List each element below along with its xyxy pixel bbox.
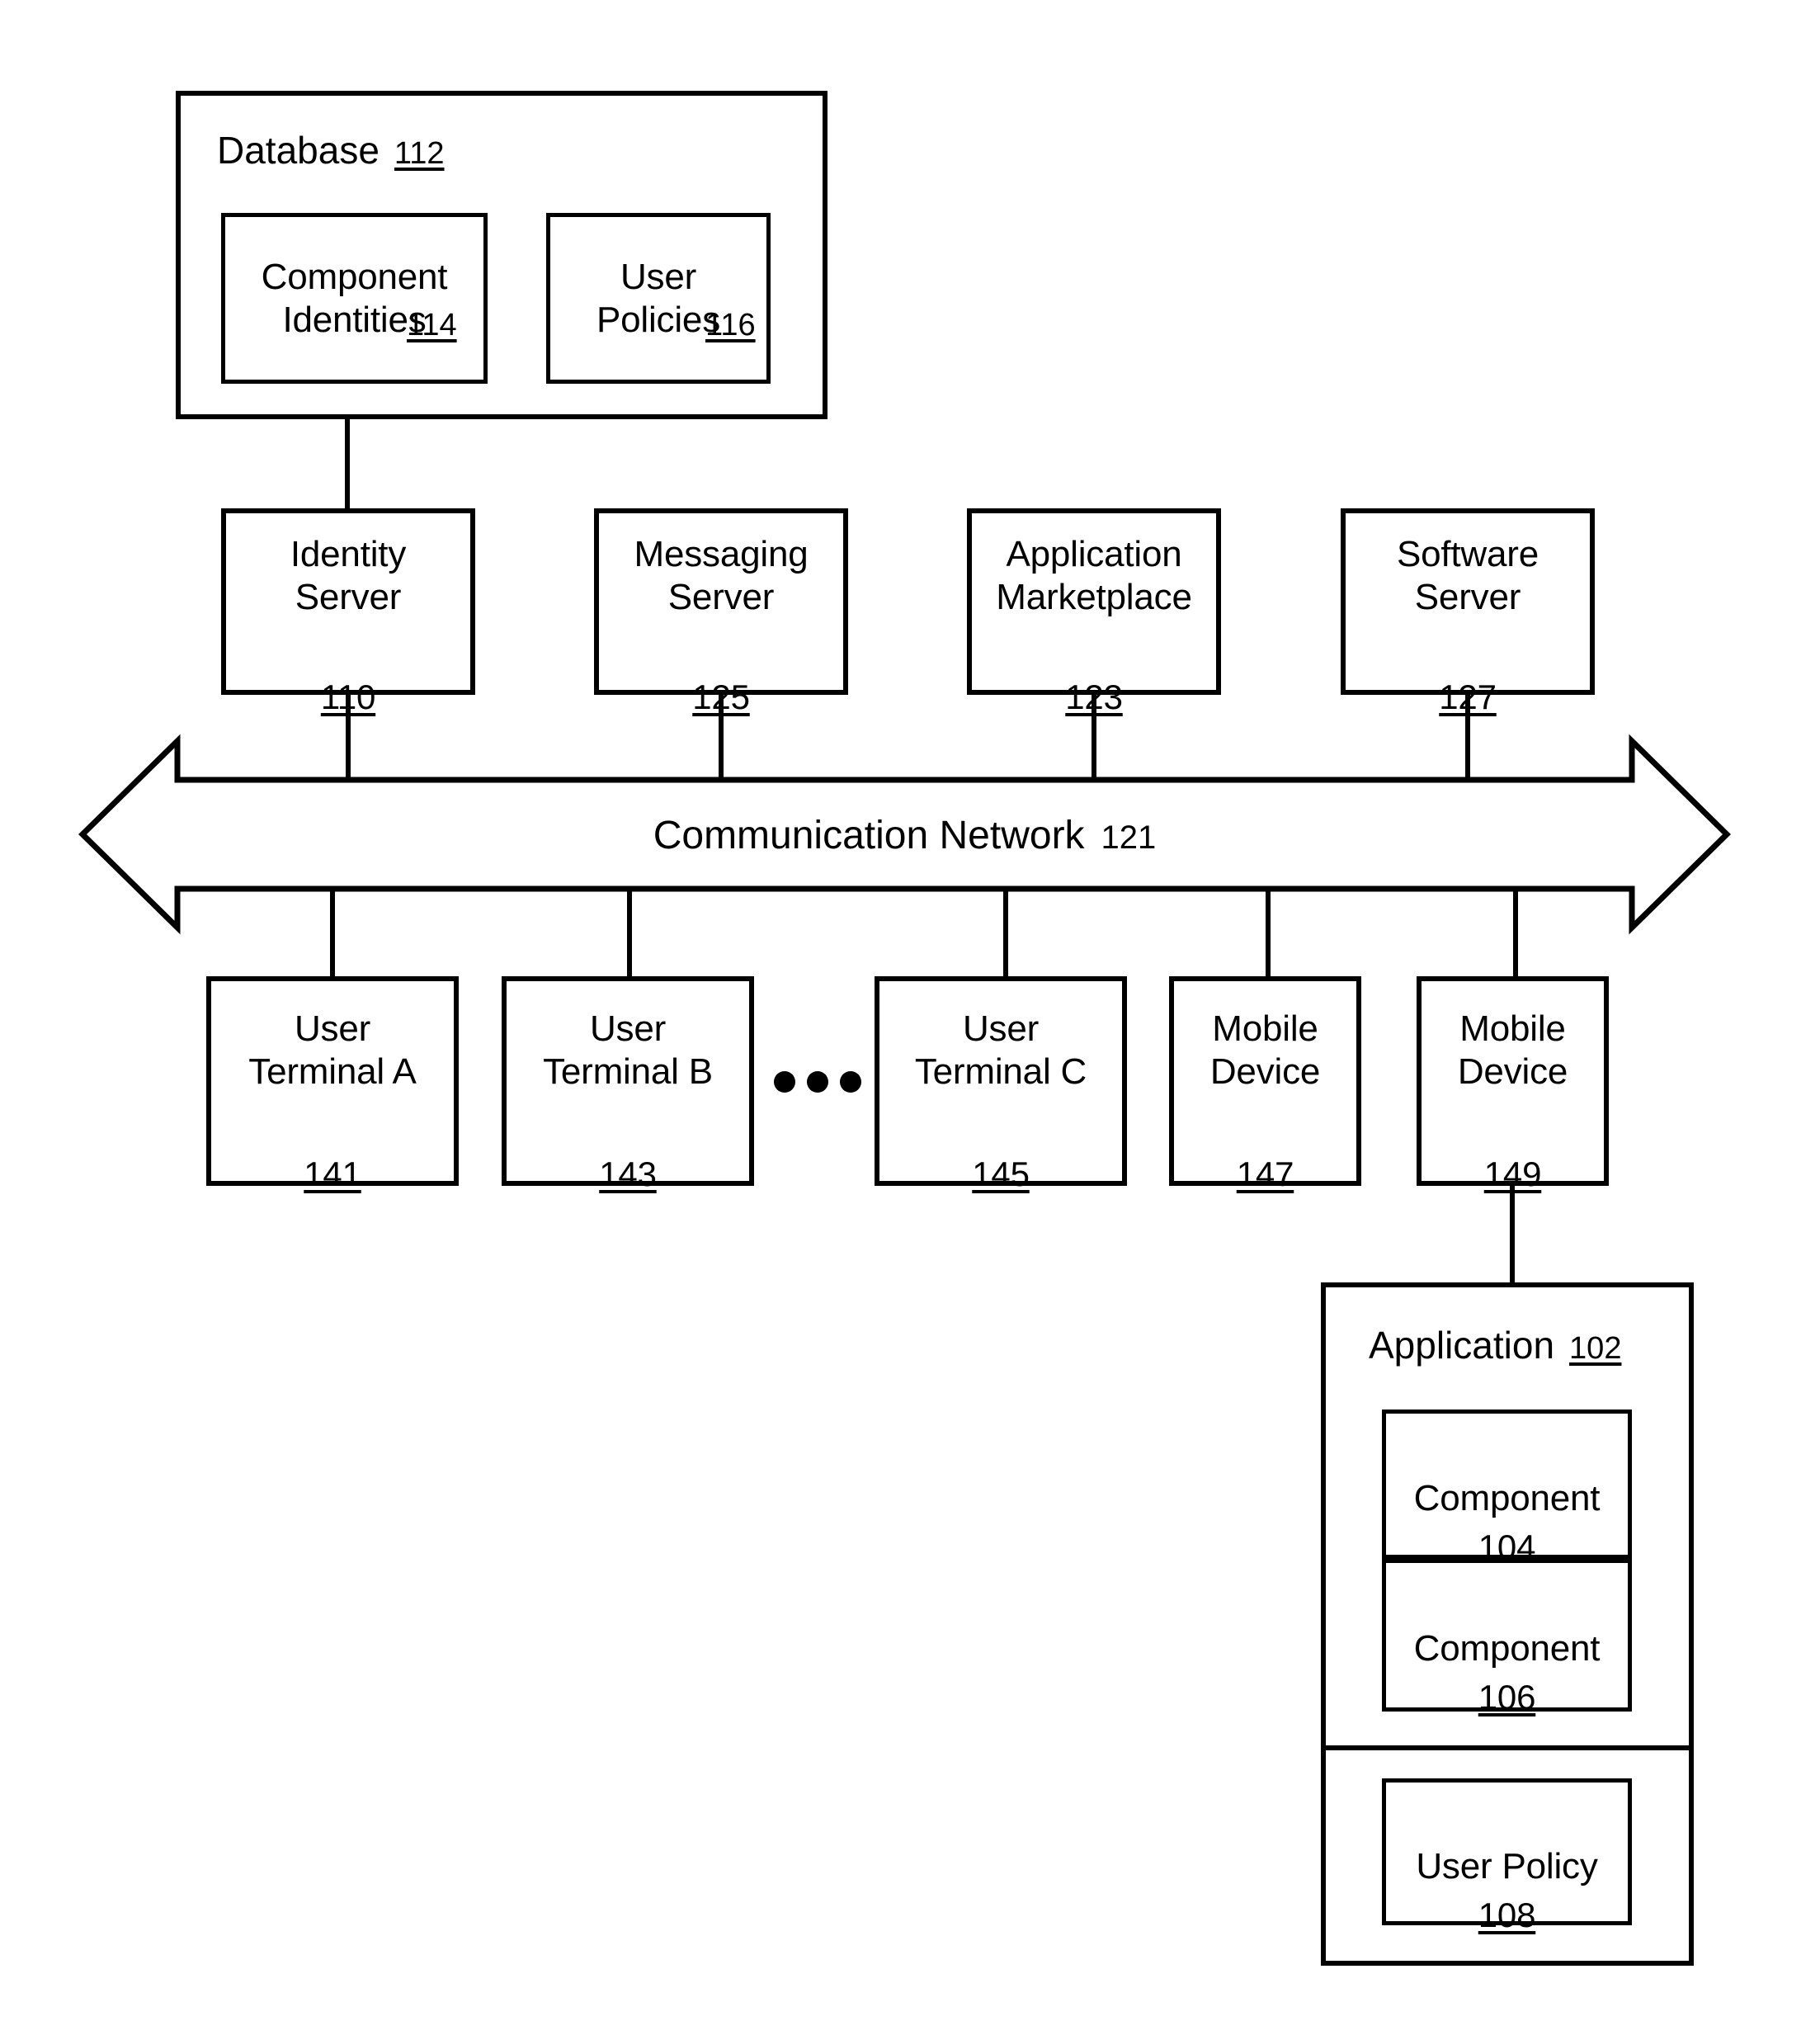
ellipsis-dot (807, 1071, 828, 1093)
connector-network-to-user-terminal-a (330, 889, 335, 980)
user-policy-ref-wrap: 108 (1382, 1853, 1632, 1935)
user-terminal-a-label: User Terminal A (248, 1008, 417, 1092)
user-terminal-b-ref-wrap: 143 (502, 1112, 754, 1194)
mobile-device-149-label-wrap: Mobile Device (1411, 989, 1615, 1112)
mobile-device-147-ref: 147 (1236, 1154, 1294, 1193)
user-terminal-b-label-wrap: User Terminal B (498, 989, 757, 1112)
user-terminal-c-ref-wrap: 145 (875, 1112, 1127, 1194)
communication-network-label-row: Communication Network 121 (83, 813, 1727, 858)
application-title: Application (1369, 1324, 1555, 1367)
user-terminal-b-label: User Terminal B (543, 1008, 713, 1092)
mobile-device-147-ref-wrap: 147 (1169, 1112, 1361, 1194)
user-terminal-a-ref-wrap: 141 (206, 1112, 459, 1194)
mobile-device-147-label-wrap: Mobile Device (1163, 989, 1367, 1112)
component-106-ref: 106 (1478, 1677, 1536, 1716)
component-106-ref-wrap: 106 (1382, 1636, 1632, 1717)
ellipsis-indicator (774, 1071, 861, 1093)
connector-network-to-user-terminal-c (1003, 889, 1008, 980)
communication-network-ref: 121 (1101, 819, 1157, 856)
user-terminal-b-ref: 143 (599, 1154, 657, 1193)
user-policy-ref: 108 (1478, 1895, 1536, 1934)
user-terminal-c-ref: 145 (972, 1154, 1030, 1193)
user-terminal-c-label-wrap: User Terminal C (871, 989, 1130, 1112)
user-terminal-a-label-wrap: User Terminal A (203, 989, 462, 1112)
communication-network-label: Communication Network (653, 814, 1085, 857)
ellipsis-dot (774, 1071, 795, 1093)
ellipsis-dot (840, 1071, 861, 1093)
component-104-ref-wrap: 104 (1382, 1485, 1632, 1567)
connector-network-to-mobile-device-147 (1266, 889, 1271, 980)
application-ref: 102 (1569, 1331, 1622, 1366)
mobile-device-147-label: Mobile Device (1209, 1008, 1321, 1092)
mobile-device-149-label: Mobile Device (1457, 1008, 1568, 1092)
connector-network-to-user-terminal-b (627, 889, 632, 980)
mobile-device-149-ref-wrap: 149 (1417, 1112, 1609, 1194)
diagram-canvas: Database 112 Component Identities 114 Us… (0, 0, 1820, 2021)
connector-mobile-device-149-to-application (1510, 1186, 1515, 1285)
application-section-divider (1321, 1745, 1694, 1750)
connector-network-to-mobile-device-149 (1513, 889, 1518, 980)
application-title-row: Application 102 (1369, 1323, 1621, 1367)
user-terminal-c-label: User Terminal C (914, 1008, 1087, 1092)
user-terminal-a-ref: 141 (304, 1154, 361, 1193)
